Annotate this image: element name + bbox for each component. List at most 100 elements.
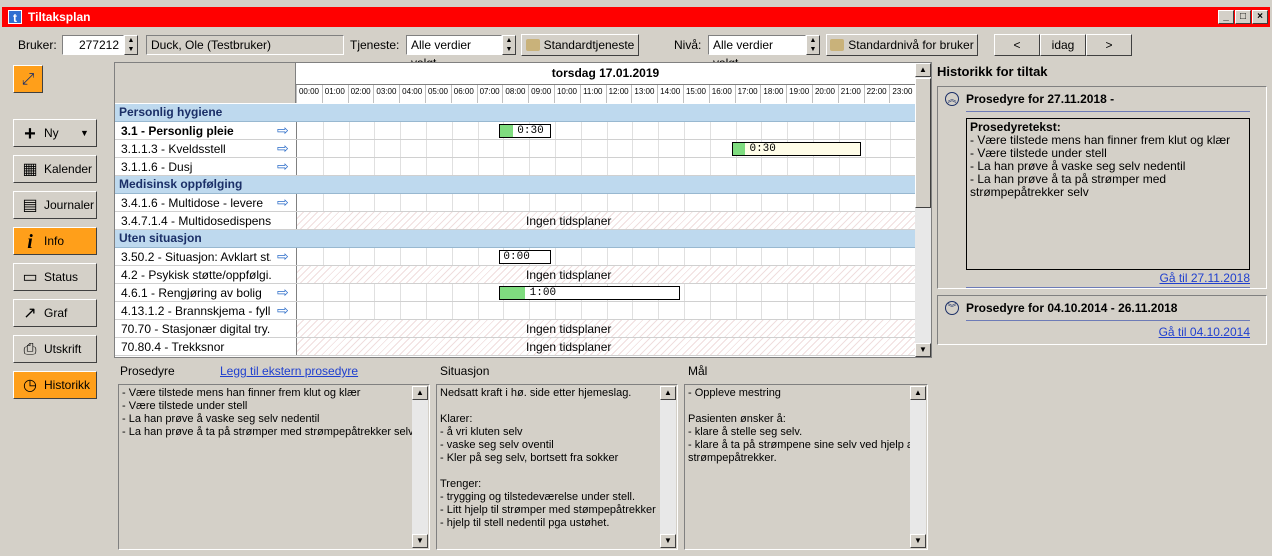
- sidebar-item-kalender[interactable]: ▦ Kalender: [13, 155, 97, 183]
- situasjon-scrollbar[interactable]: ▲ ▼: [660, 386, 676, 548]
- goto-arrow-icon[interactable]: ⇨: [277, 123, 293, 137]
- timeline-cell[interactable]: 0:30: [296, 122, 915, 139]
- scroll-down-icon[interactable]: ▼: [412, 534, 428, 548]
- hour-gridline: [579, 85, 581, 103]
- goto-arrow-icon[interactable]: ⇨: [277, 303, 293, 317]
- go-to-date-link[interactable]: Gå til 27.11.2018: [1159, 271, 1250, 285]
- tiltak-row[interactable]: 70.80.4 - Trekksnor Ingen tidsplaner: [115, 338, 915, 356]
- timeline-cell[interactable]: [296, 194, 915, 211]
- hour-label: 03:00: [376, 87, 397, 96]
- sidebar-item-graf[interactable]: ↗ Graf: [13, 299, 97, 327]
- tiltak-row[interactable]: 3.4.1.6 - Multidose - levere ⇨: [115, 194, 915, 212]
- timeline-cell[interactable]: Ingen tidsplaner: [296, 266, 915, 283]
- sidebar-item-historikk[interactable]: ◷ Historikk: [13, 371, 97, 399]
- timeline-cell[interactable]: 0:30: [296, 140, 915, 157]
- expand-icon: ⤢: [21, 71, 35, 88]
- tiltak-row[interactable]: 3.1 - Personlig pleie ⇨ 0:30: [115, 122, 915, 140]
- go-to-date-link[interactable]: Gå til 04.10.2014: [1159, 325, 1250, 339]
- tiltak-row[interactable]: 3.1.1.3 - Kveldsstell ⇨ 0:30: [115, 140, 915, 158]
- tjeneste-select[interactable]: Alle verdier valgt: [406, 35, 502, 70]
- niva-select[interactable]: Alle verdier valgt: [708, 35, 806, 70]
- sidebar-item-info[interactable]: i Info: [13, 227, 97, 255]
- hour-gridline: [451, 140, 453, 157]
- scroll-up-icon[interactable]: ▲: [910, 386, 926, 400]
- timeline-cell[interactable]: 1:00: [296, 284, 915, 301]
- sidebar-item-journaler[interactable]: ▤ Journaler: [13, 191, 97, 219]
- standardniva-button[interactable]: Standardnivå for bruker: [826, 34, 978, 56]
- tiltak-row[interactable]: 4.2 - Psykisk støtte/oppfølgi... Ingen ti…: [115, 266, 915, 284]
- schedule-bar[interactable]: 0:30: [499, 124, 551, 138]
- legg-til-prosedyre-link[interactable]: Legg til ekstern prosedyre: [220, 364, 358, 378]
- collapse-icon[interactable]: ︽: [945, 92, 959, 106]
- timeline-cell[interactable]: 0:00: [296, 248, 915, 265]
- scroll-up-icon[interactable]: ▲: [915, 63, 931, 77]
- goto-arrow-icon[interactable]: ⇨: [277, 249, 293, 263]
- timeline-cell[interactable]: Ingen tidsplaner: [296, 338, 915, 355]
- scroll-up-icon[interactable]: ▲: [412, 386, 428, 400]
- tjeneste-spinner[interactable]: ▲ ▼: [502, 35, 516, 55]
- minimize-button[interactable]: _: [1218, 10, 1234, 24]
- scroll-down-icon[interactable]: ▼: [915, 343, 931, 357]
- situasjon-text[interactable]: Nedsatt kraft i hø. side etter hjemeslag…: [436, 384, 678, 550]
- hour-gridline: [529, 140, 531, 157]
- hour-gridline: [837, 85, 839, 103]
- close-button[interactable]: ×: [1252, 10, 1268, 24]
- standardtjeneste-button[interactable]: Standardtjeneste: [521, 34, 639, 56]
- schedule-bar[interactable]: 1:00: [499, 286, 680, 300]
- category-row[interactable]: Personlig hygiene: [115, 104, 915, 122]
- schedule-bar[interactable]: 0:00: [499, 250, 551, 264]
- goto-arrow-icon[interactable]: ⇨: [277, 159, 293, 173]
- tiltak-row[interactable]: 4.6.1 - Rengjøring av bolig ⇨ 1:00: [115, 284, 915, 302]
- mal-scrollbar[interactable]: ▲ ▼: [910, 386, 926, 548]
- timeline-cell[interactable]: Ingen tidsplaner: [296, 320, 915, 337]
- schedule-scrollbar[interactable]: ▲ ▼: [915, 63, 931, 357]
- timeline-cell[interactable]: [296, 158, 915, 175]
- hour-gridline: [890, 302, 892, 319]
- today-button[interactable]: idag: [1040, 34, 1086, 56]
- tiltak-row[interactable]: 3.50.2 - Situasjon: Avklart st... ⇨ 0:00: [115, 248, 915, 266]
- mal-text[interactable]: - Oppleve mestring Pasienten ønsker å: -…: [684, 384, 928, 550]
- next-day-button[interactable]: >: [1086, 34, 1132, 56]
- hour-gridline: [864, 158, 866, 175]
- hour-label: 17:00: [737, 87, 758, 96]
- maximize-button[interactable]: □: [1235, 10, 1251, 24]
- sidebar-item-utskrift[interactable]: ⎙ Utskrift: [13, 335, 97, 363]
- goto-arrow-icon[interactable]: ⇨: [277, 141, 293, 155]
- tiltak-row[interactable]: 70.70 - Stasjonær digital try... Ingen ti…: [115, 320, 915, 338]
- prosedyre-scrollbar[interactable]: ▲ ▼: [412, 386, 428, 548]
- hour-label: 23:00: [892, 87, 913, 96]
- bruker-spinner[interactable]: ▲ ▼: [124, 35, 138, 55]
- niva-spinner[interactable]: ▲ ▼: [806, 35, 820, 55]
- hour-gridline: [425, 85, 426, 103]
- tiltak-row[interactable]: 4.13.1.2 - Brannskjema - fyll... ⇨: [115, 302, 915, 320]
- hour-gridline: [761, 248, 763, 265]
- prev-day-button[interactable]: <: [994, 34, 1040, 56]
- expand-button[interactable]: ⤢: [13, 65, 43, 93]
- sidebar-item-ny[interactable]: + Ny ▼: [13, 119, 97, 147]
- goto-arrow-icon[interactable]: ⇨: [277, 285, 293, 299]
- hour-gridline: [322, 140, 324, 157]
- bruker-id-field[interactable]: 277212: [62, 35, 124, 55]
- scroll-down-icon[interactable]: ▼: [660, 534, 676, 548]
- tiltak-row[interactable]: 3.4.7.1.4 - Multidosedispens... Ingen tid…: [115, 212, 915, 230]
- category-label: Personlig hygiene: [119, 105, 223, 119]
- prosedyre-text[interactable]: - Være tilstede mens han finner frem klu…: [118, 384, 430, 550]
- scroll-thumb[interactable]: [915, 78, 931, 208]
- expand-chevron-icon[interactable]: ︾: [945, 301, 959, 315]
- schedule-bar[interactable]: 0:30: [731, 142, 861, 156]
- hour-gridline: [786, 85, 788, 103]
- category-row[interactable]: Medisinsk oppfølging: [115, 176, 915, 194]
- hour-gridline: [760, 85, 762, 103]
- category-row[interactable]: Uten situasjon: [115, 230, 915, 248]
- scroll-down-icon[interactable]: ▼: [910, 534, 926, 548]
- tiltak-row[interactable]: 3.1.1.6 - Dusj ⇨: [115, 158, 915, 176]
- timeline-cell[interactable]: Ingen tidsplaner: [296, 212, 915, 229]
- hour-gridline: [477, 248, 479, 265]
- scroll-up-icon[interactable]: ▲: [660, 386, 676, 400]
- schedule-grid[interactable]: torsdag 17.01.2019 00:00 01:00 02:00 03:00 0…: [114, 62, 932, 358]
- goto-arrow-icon[interactable]: ⇨: [277, 195, 293, 209]
- hour-gridline: [761, 284, 763, 301]
- hour-gridline: [399, 85, 401, 103]
- sidebar-item-status[interactable]: ▭ Status: [13, 263, 97, 291]
- timeline-cell[interactable]: [296, 302, 915, 319]
